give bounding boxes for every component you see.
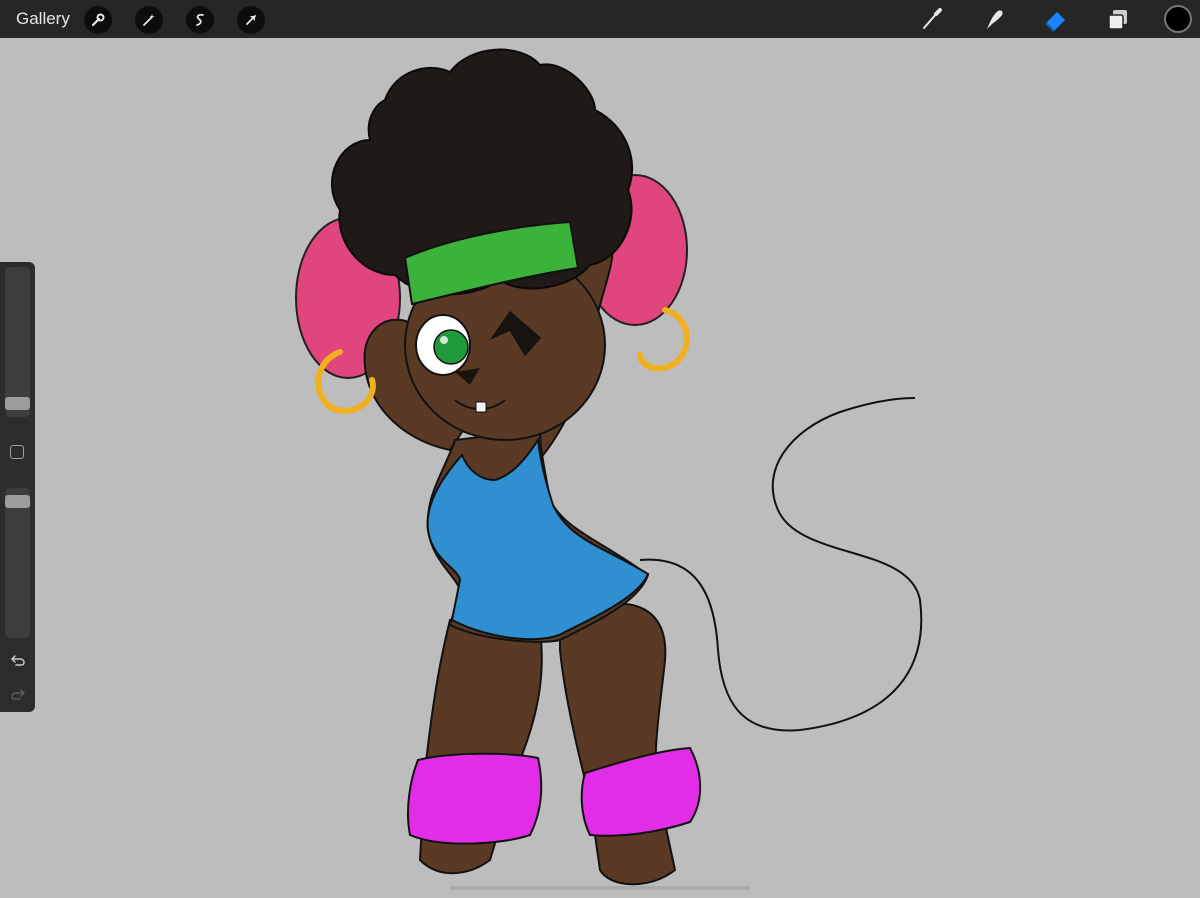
eye-iris: [433, 329, 469, 365]
selection-button[interactable]: [186, 6, 214, 34]
eraser-tool-button[interactable]: [1041, 5, 1071, 35]
drawing-canvas[interactable]: [0, 38, 1200, 898]
selection-icon: [196, 13, 204, 26]
layers-button[interactable]: [1103, 5, 1133, 35]
tooth: [475, 401, 487, 413]
brush-tool-button[interactable]: [917, 5, 947, 35]
wrench-icon: [91, 13, 105, 27]
right-leg: [559, 602, 677, 886]
smudge-icon: [987, 10, 1003, 29]
tail-line: [639, 397, 923, 732]
magic-wand-icon: [143, 14, 155, 26]
color-picker-button[interactable]: [1164, 5, 1192, 33]
top-toolbar: Gallery: [0, 0, 1200, 38]
transform-button[interactable]: [237, 6, 265, 34]
eraser-icon: [1045, 12, 1065, 32]
transform-arrow-icon: [246, 15, 256, 25]
brush-icon: [923, 8, 942, 29]
home-indicator: [450, 886, 750, 890]
adjustments-wand-button[interactable]: [135, 6, 163, 34]
layers-icon: [1108, 10, 1127, 30]
eye-highlight: [440, 336, 448, 344]
actions-wrench-button[interactable]: [84, 6, 112, 34]
left-legwarmer: [407, 752, 543, 845]
gallery-button[interactable]: Gallery: [16, 9, 70, 29]
smudge-tool-button[interactable]: [979, 5, 1009, 35]
